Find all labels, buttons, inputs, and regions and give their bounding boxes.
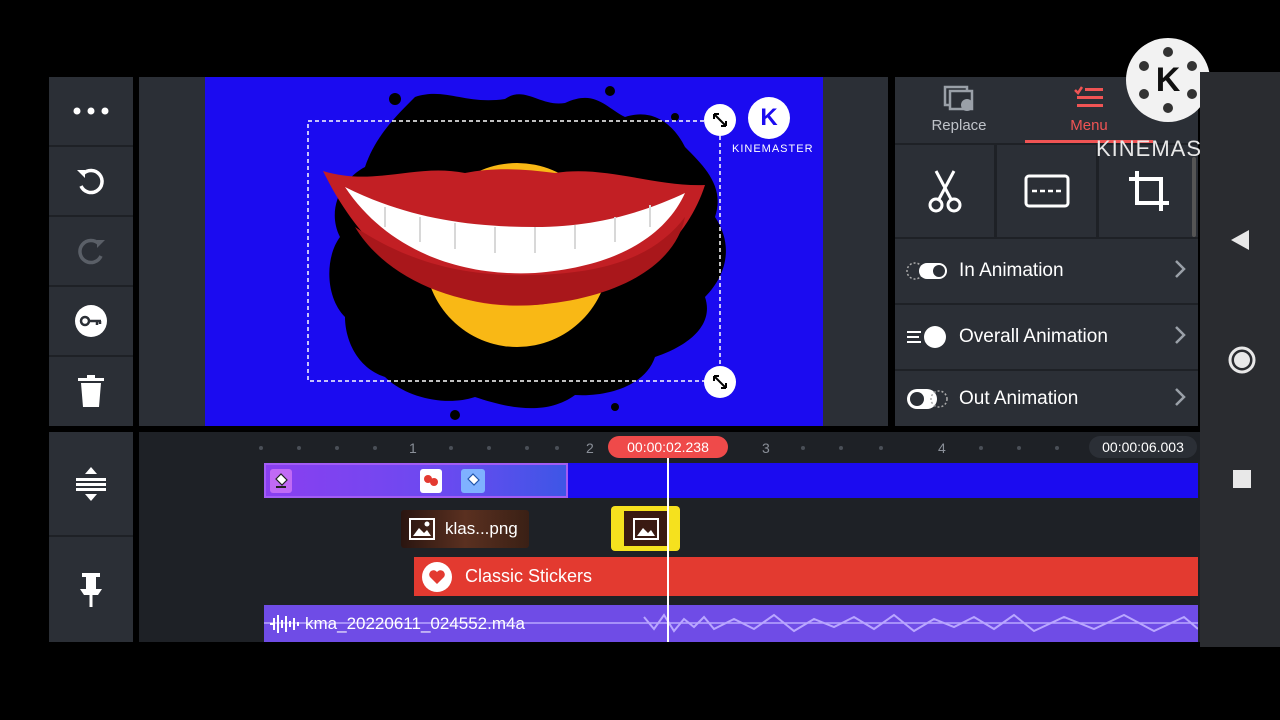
resize-arrows-icon	[713, 375, 727, 389]
pin-button[interactable]	[49, 537, 133, 642]
clip-thumbnail	[624, 511, 667, 546]
menu-icon	[1074, 86, 1103, 107]
heart-icon	[424, 475, 438, 486]
image-icon	[409, 518, 435, 540]
crop-icon	[1128, 171, 1169, 211]
in-animation-icon	[906, 262, 947, 280]
system-nav-bar	[1200, 72, 1280, 647]
watermark-letter: K	[1155, 60, 1181, 99]
replace-icon	[943, 85, 974, 111]
rotate-arrows-icon	[713, 113, 727, 127]
out-animation-row[interactable]: Out Animation	[895, 371, 1198, 426]
video-canvas[interactable]: K KINEMASTER	[205, 77, 823, 426]
out-animation-label: Out Animation	[959, 387, 1079, 409]
fill-icon	[461, 469, 485, 493]
in-animation-label: In Animation	[959, 260, 1064, 281]
timeline-expand-icon	[76, 466, 106, 501]
sticker-clip-label: Classic Stickers	[465, 566, 593, 586]
expand-timeline-button[interactable]	[49, 432, 133, 537]
timeline-toolbar	[49, 432, 133, 642]
effect-clip[interactable]	[264, 463, 568, 498]
ruler-mark: 2	[586, 440, 594, 456]
panel-scrollbar[interactable]	[1192, 157, 1196, 237]
ruler-mark: 3	[762, 440, 770, 456]
waveform-icon	[270, 615, 299, 633]
overall-animation-row[interactable]: Overall Animation	[895, 305, 1198, 369]
ruler-mark: 4	[938, 440, 946, 456]
selected-image-clip[interactable]	[611, 506, 680, 551]
overall-animation-label: Overall Animation	[959, 326, 1108, 347]
sticker-brand: KINEMASTER	[732, 143, 814, 155]
right-panel: Replace Menu In Animation Overall Animat…	[895, 77, 1198, 426]
ruler-mark: 1	[409, 440, 417, 456]
watermark-logo: K	[1126, 38, 1210, 122]
paint-bucket-icon	[275, 473, 288, 488]
playhead-time[interactable]: 00:00:02.238	[608, 436, 728, 458]
scissors-icon	[928, 170, 961, 213]
trash-icon	[78, 375, 104, 407]
undo-button[interactable]	[49, 147, 133, 217]
split-icon	[1024, 174, 1069, 208]
keyframe-icon	[75, 305, 107, 337]
image-clip[interactable]: klas...png	[401, 510, 529, 548]
home-icon[interactable]	[1227, 345, 1257, 375]
audio-clip[interactable]: kma_20220611_024552.m4a	[264, 605, 1198, 642]
trim-split-tool[interactable]	[895, 145, 994, 237]
undo-icon	[77, 168, 104, 195]
recents-icon[interactable]	[1231, 468, 1253, 490]
sticker-clip-icon	[422, 561, 452, 592]
split-screen-tool[interactable]	[997, 145, 1096, 237]
back-icon[interactable]	[1229, 228, 1251, 252]
chevron-right-icon	[1175, 388, 1186, 406]
image-clip-label: klas...png	[445, 519, 518, 538]
paint-bucket-icon	[467, 473, 480, 486]
delete-button[interactable]	[49, 357, 133, 425]
resize-handle-bottom[interactable]	[704, 366, 736, 398]
out-animation-icon	[907, 388, 948, 409]
sticker-logo-letter: K	[760, 104, 778, 131]
keyframe-button[interactable]	[49, 287, 133, 357]
redo-button[interactable]	[49, 217, 133, 287]
pin-icon	[80, 572, 102, 607]
image-icon	[632, 517, 659, 540]
in-animation-row[interactable]: In Animation	[895, 239, 1198, 303]
total-duration: 00:00:06.003	[1089, 436, 1197, 458]
left-toolbar	[49, 77, 133, 426]
audio-clip-label: kma_20220611_024552.m4a	[305, 614, 525, 633]
sticker-clip[interactable]: Classic Stickers	[414, 557, 1198, 596]
sticker-logo: K	[748, 97, 790, 139]
tab-replace-label: Replace	[931, 117, 987, 134]
redo-icon	[78, 238, 105, 265]
resize-handle-top[interactable]	[704, 104, 736, 136]
playhead-line[interactable]	[667, 458, 669, 642]
chevron-right-icon	[1175, 326, 1186, 344]
sticker-thumb	[420, 469, 442, 493]
overall-animation-icon	[907, 326, 946, 348]
heart-sticker-icon	[429, 569, 445, 584]
fill-icon	[270, 469, 292, 493]
chevron-right-icon	[1175, 260, 1186, 278]
more-button[interactable]	[49, 77, 133, 147]
more-icon	[73, 107, 109, 115]
tab-replace[interactable]: Replace	[895, 77, 1023, 143]
